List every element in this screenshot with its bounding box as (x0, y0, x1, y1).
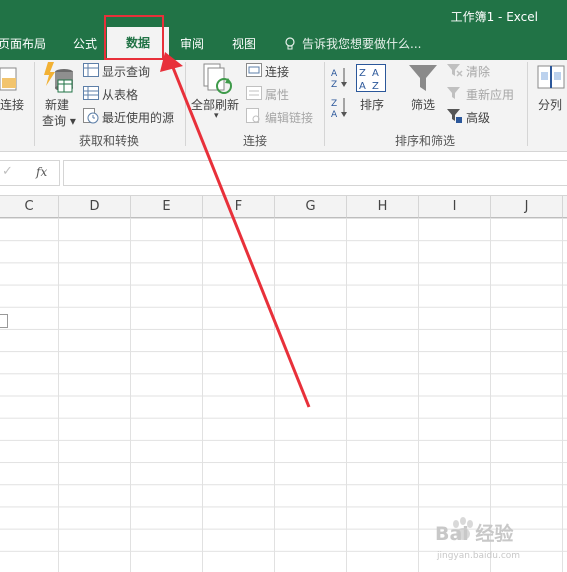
annotation-arrow-shaft (170, 64, 311, 408)
annotation-overlay (104, 15, 311, 408)
annotation-highlight-box (104, 15, 164, 60)
